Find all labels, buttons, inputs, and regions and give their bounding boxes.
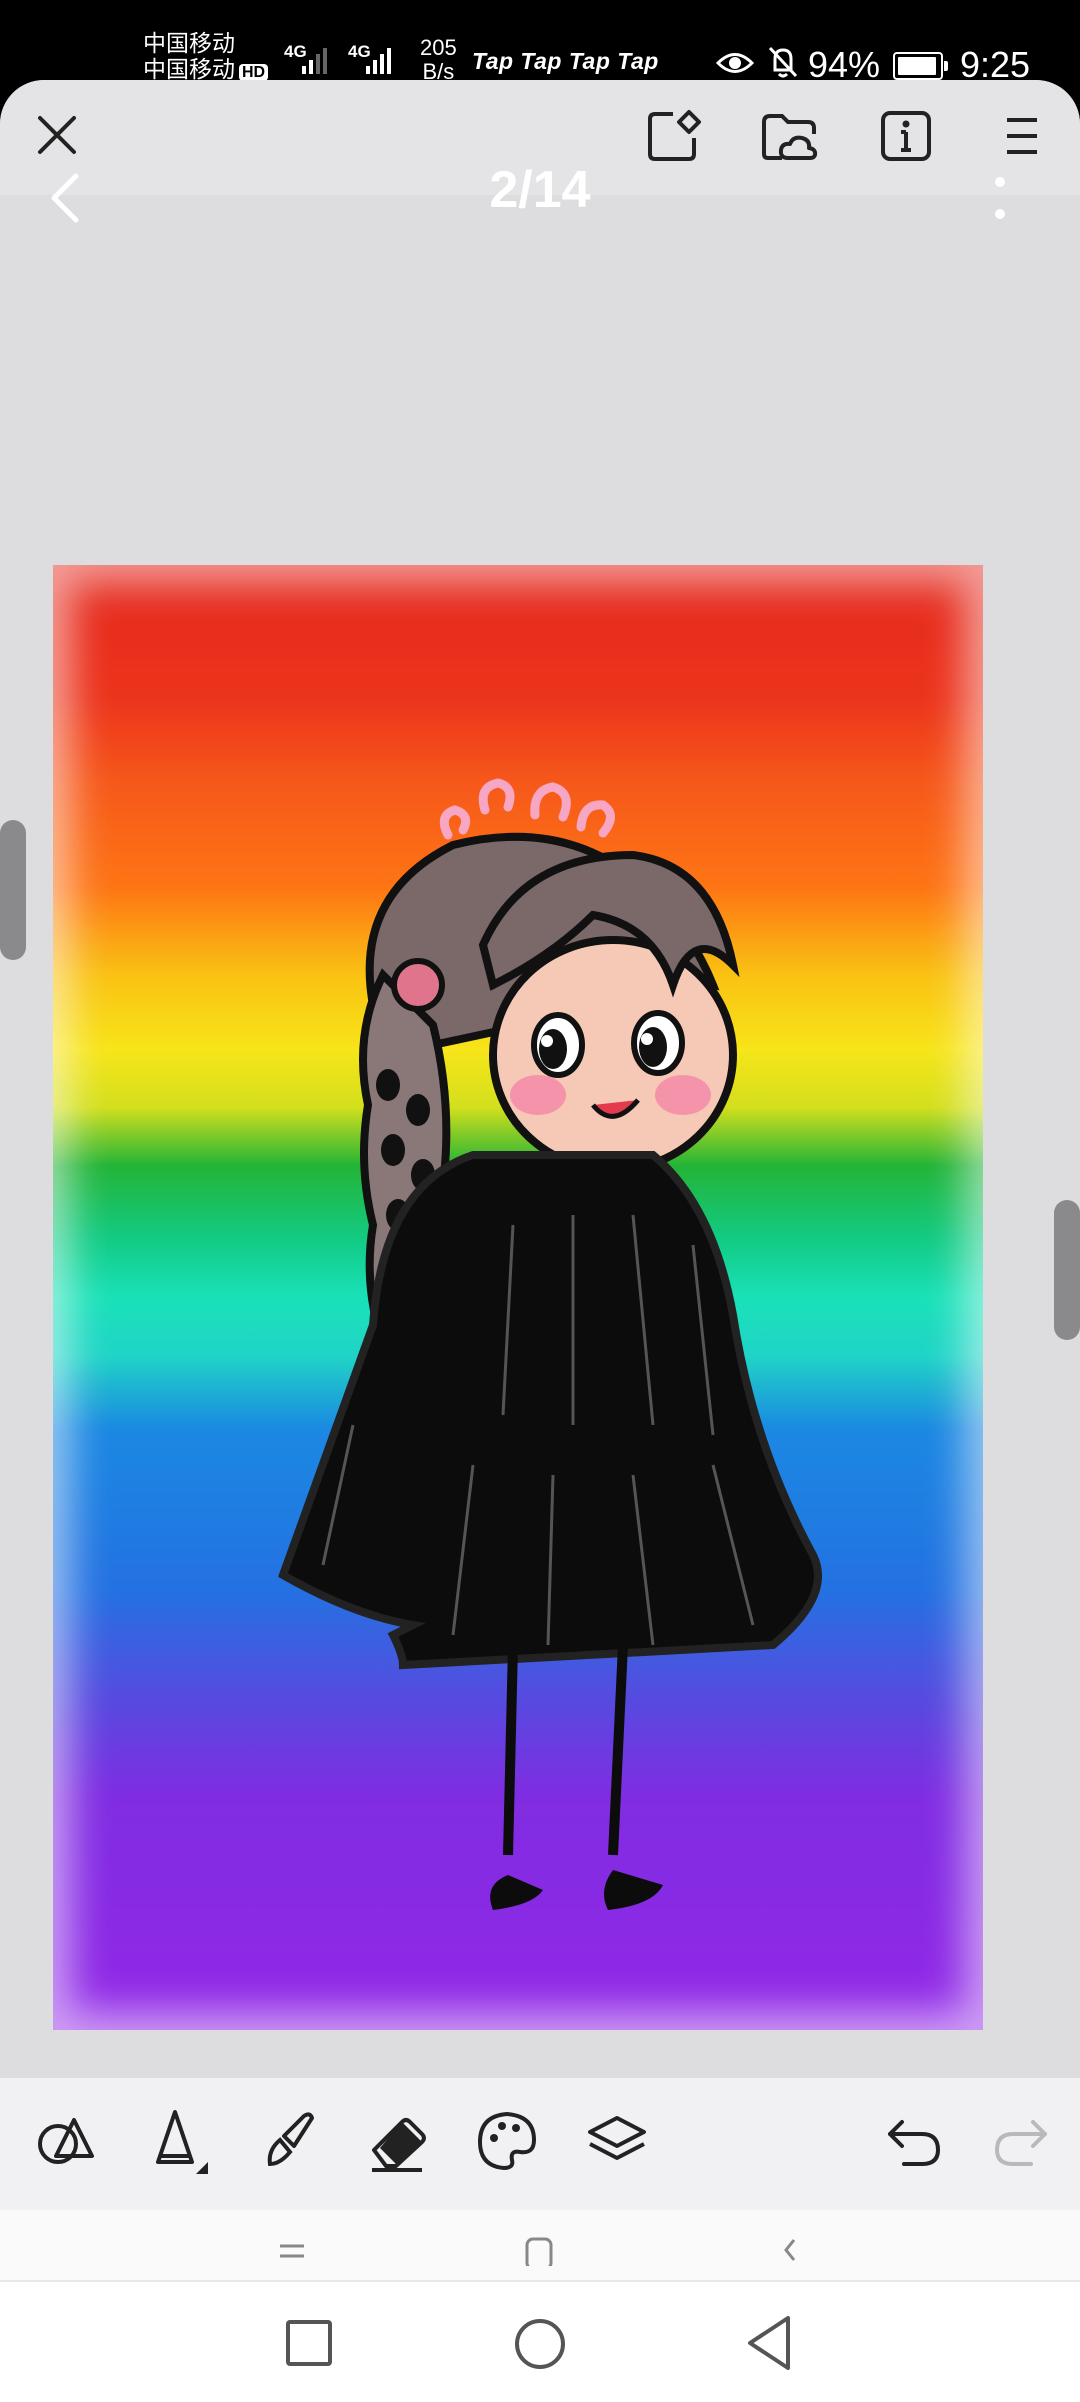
carrier-1-label: 中国移动 <box>143 30 235 56</box>
brush-icon[interactable] <box>250 2106 320 2176</box>
right-scroll-handle[interactable] <box>1054 1200 1080 1340</box>
redo-icon <box>994 2120 1047 2166</box>
close-icon[interactable] <box>32 110 82 160</box>
palette-icon[interactable] <box>472 2106 542 2176</box>
signal-strength-1-icon <box>302 44 334 74</box>
page-counter: 2/14 <box>489 161 591 219</box>
notification-icons: Tap Tap Tap Tap <box>472 48 659 74</box>
face <box>489 936 737 1174</box>
network-speed: 205 B/s <box>420 36 457 84</box>
layers-icon[interactable] <box>582 2106 652 2176</box>
info-icon[interactable] <box>880 110 932 162</box>
hd-badge: HD <box>239 64 269 81</box>
hair-flower <box>391 958 445 1012</box>
network-speed-value: 205 <box>420 35 457 60</box>
undo-icon[interactable] <box>880 2106 950 2176</box>
left-scroll-handle[interactable] <box>0 820 26 960</box>
inner-nav-bar <box>0 2210 1080 2280</box>
girl-illustration <box>278 778 822 1910</box>
carrier-labels: 中国移动 中国移动 HD <box>143 30 269 86</box>
inner-back-icon <box>784 2239 796 2261</box>
inner-menu-icon <box>280 2244 304 2258</box>
battery-fill <box>898 57 936 75</box>
drawing-app: 2/14 <box>0 80 1080 2280</box>
eye-comfort-icon <box>716 53 754 73</box>
menu-icon[interactable] <box>1005 116 1039 156</box>
eraser-icon[interactable] <box>362 2106 432 2176</box>
system-navigation-bar <box>0 2280 1080 2402</box>
more-vertical-icon[interactable] <box>985 170 1015 226</box>
battery-icon <box>893 52 948 80</box>
home-icon[interactable] <box>512 2316 568 2372</box>
status-bar: 中国移动 中国移动 HD 4G 4G 205 B/s Tap Tap Tap Ta… <box>0 0 1080 85</box>
cloud-folder-icon[interactable] <box>760 110 818 164</box>
carrier-2-label: 中国移动 <box>143 56 235 82</box>
share-icon[interactable] <box>645 108 703 164</box>
pencil-icon[interactable] <box>140 2106 210 2176</box>
inner-home-icon <box>525 2237 553 2266</box>
back-icon[interactable] <box>744 2314 794 2372</box>
signal-strength-2-icon <box>366 44 398 74</box>
recent-apps-icon[interactable] <box>284 2318 334 2368</box>
drawing-canvas[interactable] <box>53 565 983 2030</box>
mute-bell-icon <box>768 46 798 78</box>
drawing-toolbar <box>0 2078 1080 2210</box>
shapes-icon[interactable] <box>30 2106 100 2176</box>
